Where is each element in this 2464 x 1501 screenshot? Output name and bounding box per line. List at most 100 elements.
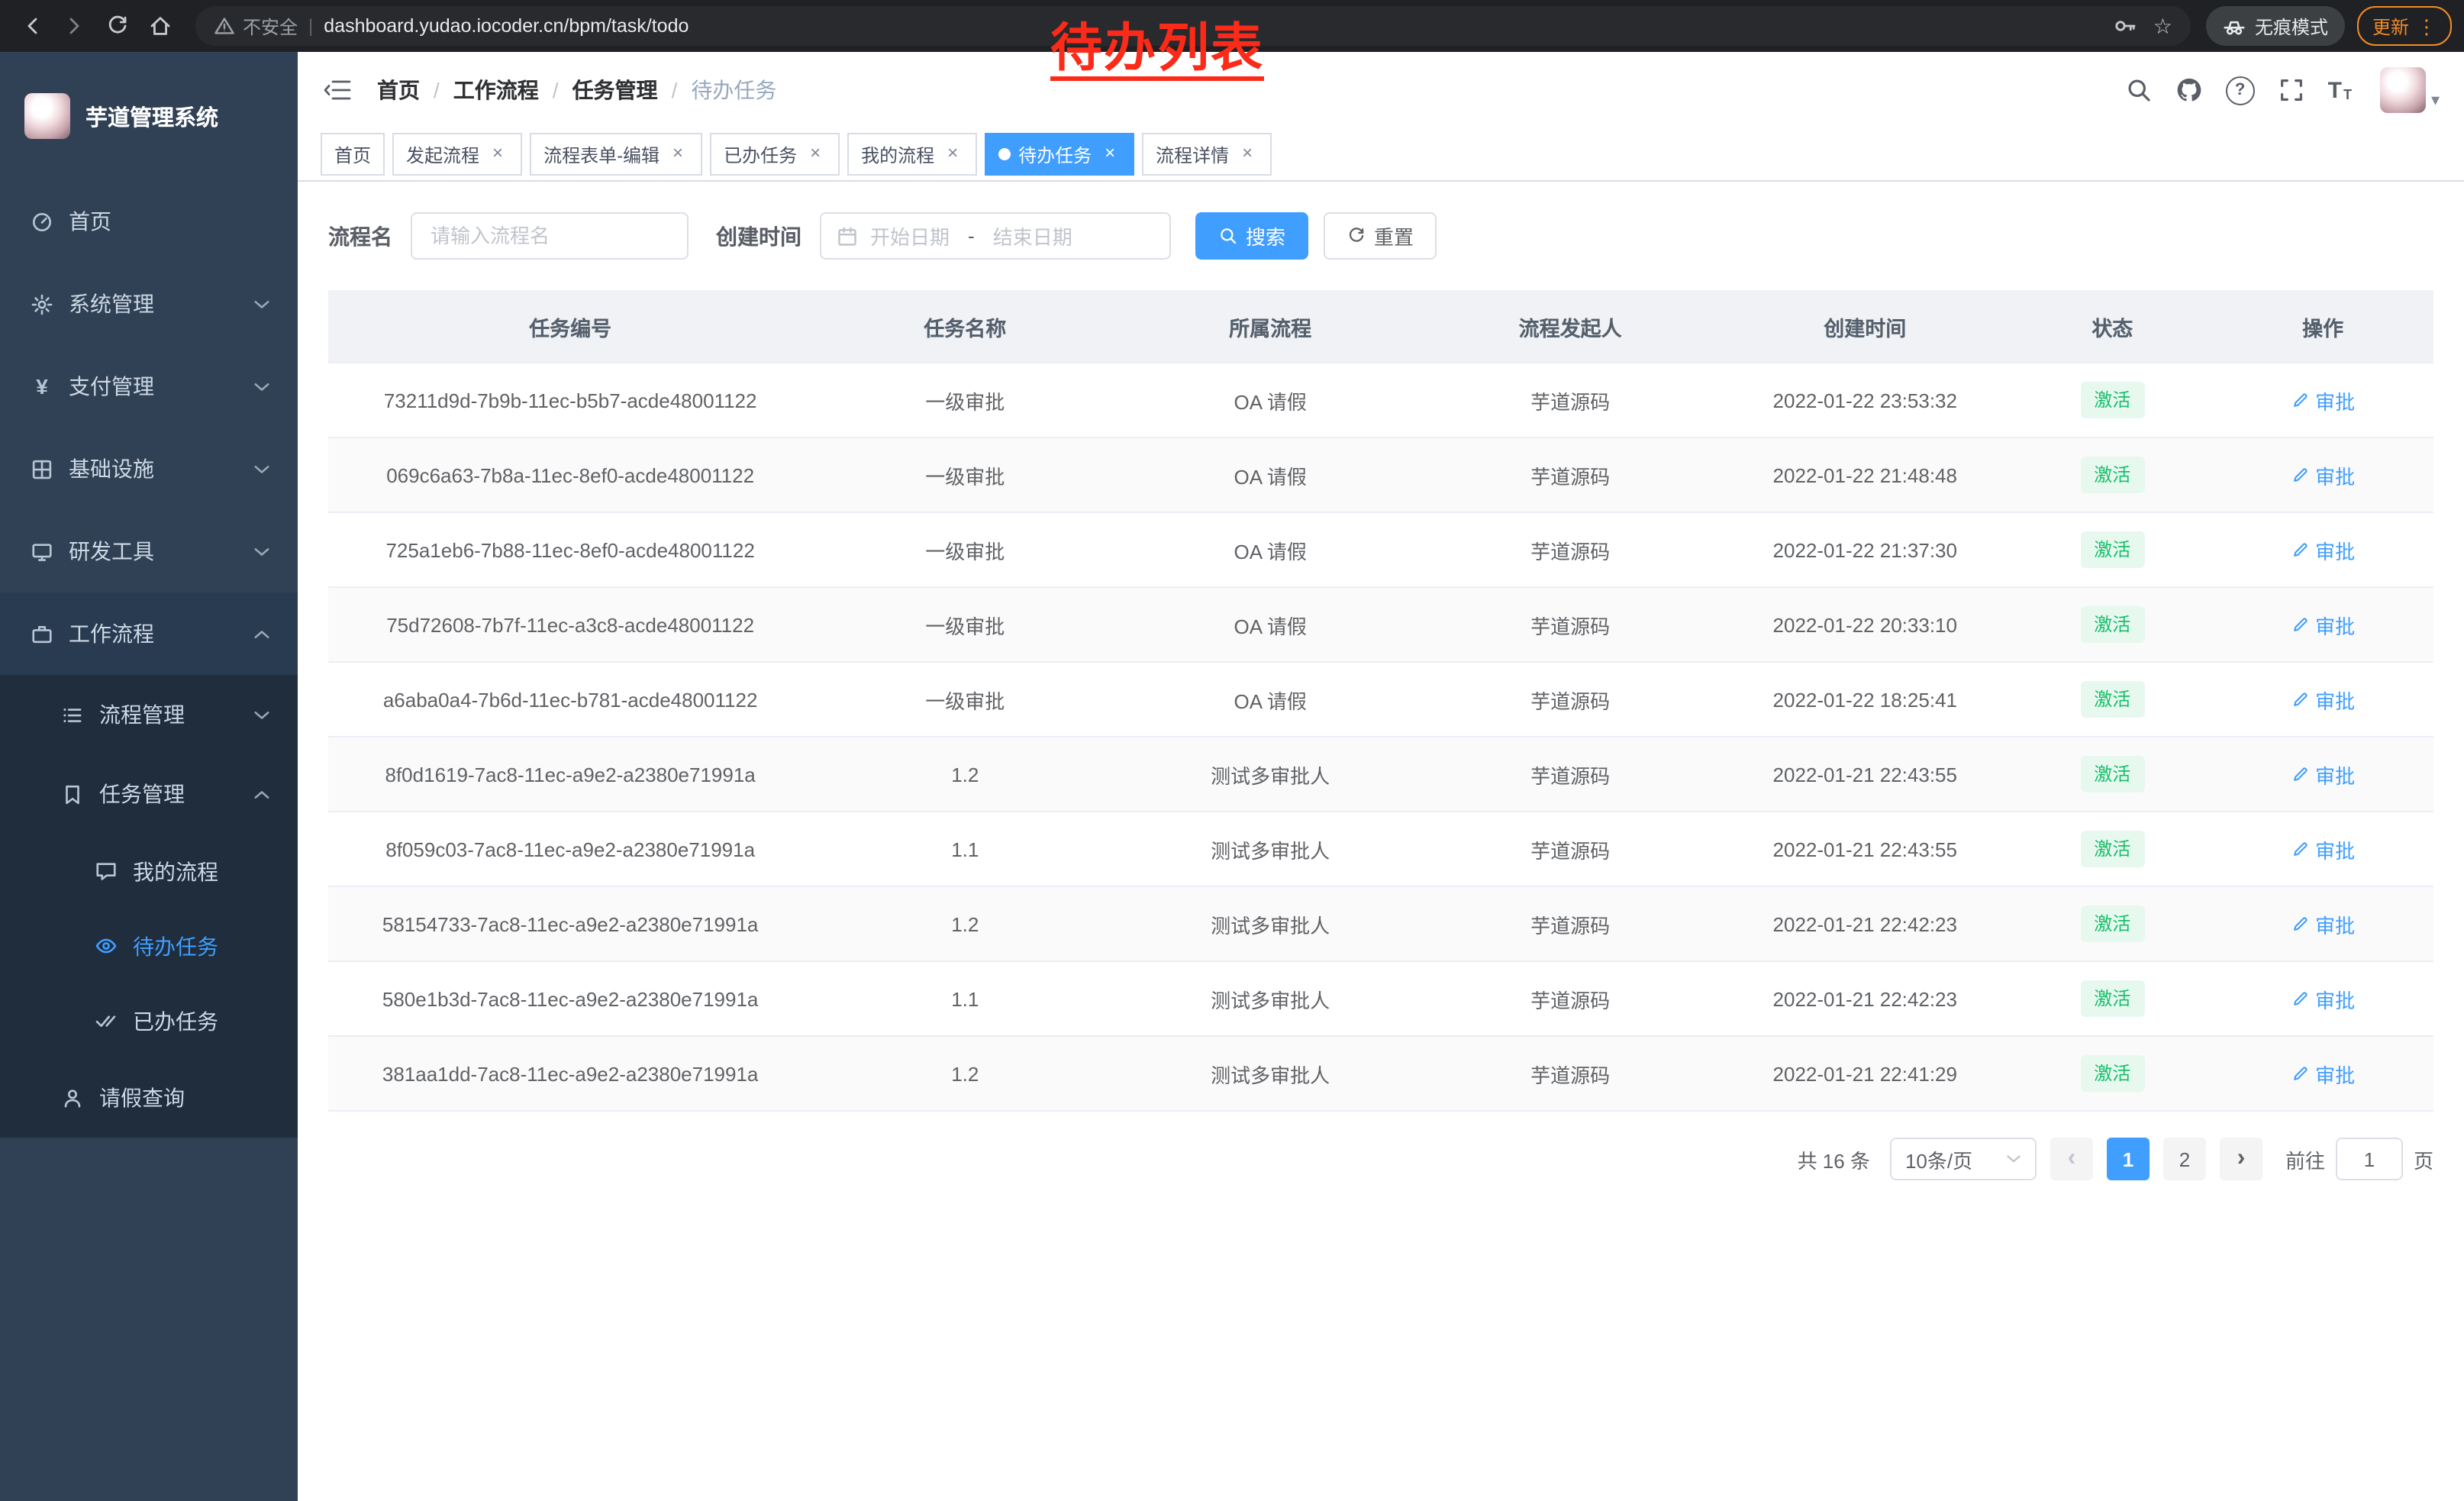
sidebar-item-payment[interactable]: ¥ 支付管理 (0, 345, 298, 428)
reload-icon (105, 14, 130, 38)
status-badge: 激活 (2080, 1055, 2144, 1092)
cell-task-id: 75d72608-7b7f-11ec-a3c8-acde48001122 (328, 613, 812, 636)
cell-process: OA 请假 (1118, 460, 1423, 489)
chevron-down-icon (253, 299, 270, 309)
update-label: 更新 (2372, 13, 2409, 39)
sidebar-item-label: 已办任务 (133, 1006, 218, 1036)
approve-link[interactable]: 审批 (2291, 1059, 2355, 1088)
sidebar-item-infrastructure[interactable]: 基础设施 (0, 428, 298, 510)
approve-link[interactable]: 审批 (2291, 535, 2355, 564)
password-key-icon[interactable] (2114, 14, 2138, 38)
search-icon[interactable] (2125, 76, 2153, 104)
browser-reload-button[interactable] (98, 6, 137, 46)
tab-start-process[interactable]: 发起流程 × (392, 133, 522, 176)
tab-home[interactable]: 首页 (321, 133, 385, 176)
approve-link[interactable]: 审批 (2291, 834, 2355, 863)
cell-initiator: 芋道源码 (1423, 834, 1717, 863)
browser-home-button[interactable] (140, 6, 180, 46)
col-header-status: 状态 (2012, 311, 2212, 341)
browser-forward-button[interactable] (55, 6, 95, 46)
close-icon[interactable]: × (942, 144, 963, 165)
sidebar-item-done-tasks[interactable]: 已办任务 (0, 983, 298, 1058)
github-icon[interactable] (2175, 76, 2203, 104)
cell-initiator: 芋道源码 (1423, 685, 1717, 714)
cell-task-id: 8f059c03-7ac8-11ec-a9e2-a2380e71991a (328, 838, 812, 860)
chevron-down-icon (253, 463, 270, 474)
page-size-select[interactable]: 10条/页 (1890, 1138, 2037, 1180)
status-badge: 激活 (2080, 980, 2144, 1017)
search-button[interactable]: 搜索 (1195, 212, 1308, 260)
tab-process-form-edit[interactable]: 流程表单-编辑 × (530, 133, 702, 176)
process-name-input[interactable] (411, 212, 689, 260)
browser-update-chip[interactable]: 更新 ⋮ (2357, 6, 2452, 46)
tab-my-process[interactable]: 我的流程 × (847, 133, 977, 176)
tab-process-detail[interactable]: 流程详情 × (1142, 133, 1272, 176)
table-row: 8f059c03-7ac8-11ec-a9e2-a2380e71991a 1.1… (328, 812, 2433, 887)
reset-button[interactable]: 重置 (1324, 212, 1437, 260)
cell-actions: 审批 (2212, 386, 2433, 415)
sidebar-item-task-management[interactable]: 任务管理 (0, 754, 298, 834)
prev-page-button[interactable]: ‹ (2050, 1138, 2093, 1180)
sidebar-item-system[interactable]: 系统管理 (0, 263, 298, 345)
close-icon[interactable]: × (487, 144, 508, 165)
sidebar-item-leave-query[interactable]: 请假查询 (0, 1058, 298, 1138)
omnibox-actions: ☆ (2114, 14, 2172, 38)
incognito-label: 无痕模式 (2255, 13, 2328, 39)
security-label: 不安全 (243, 13, 298, 39)
sidebar-item-label: 支付管理 (69, 371, 154, 402)
browser-menu-dots-icon[interactable]: ⋮ (2417, 16, 2437, 36)
avatar[interactable] (2381, 67, 2427, 113)
tab-label: 待办任务 (1018, 141, 1092, 167)
caret-down-icon: ▾ (2431, 93, 2440, 113)
breadcrumb-task-management[interactable]: 任务管理 (572, 75, 658, 105)
goto-page: 前往 页 (2285, 1138, 2433, 1180)
page-button-2[interactable]: 2 (2163, 1138, 2206, 1180)
sidebar-item-my-process[interactable]: 我的流程 (0, 834, 298, 909)
bookmark-star-icon[interactable]: ☆ (2153, 15, 2172, 37)
refresh-icon (1346, 226, 1366, 246)
approve-link[interactable]: 审批 (2291, 984, 2355, 1013)
status-badge: 激活 (2080, 606, 2144, 643)
page-button-1[interactable]: 1 (2107, 1138, 2150, 1180)
close-icon[interactable]: × (1237, 144, 1258, 165)
approve-link[interactable]: 审批 (2291, 386, 2355, 415)
security-indicator[interactable]: 不安全 (214, 13, 298, 39)
close-icon[interactable]: × (1099, 144, 1121, 165)
close-icon[interactable]: × (667, 144, 689, 165)
edit-icon (2291, 690, 2309, 709)
pagination: 共 16 条 10条/页 ‹ 1 2 › 前往 页 (298, 1112, 2464, 1180)
cell-initiator: 芋道源码 (1423, 1059, 1717, 1088)
tab-label: 我的流程 (861, 141, 934, 167)
sidebar-item-devtools[interactable]: 研发工具 (0, 510, 298, 592)
help-icon[interactable]: ? (2226, 76, 2255, 105)
approve-link[interactable]: 审批 (2291, 760, 2355, 789)
approve-link[interactable]: 审批 (2291, 610, 2355, 639)
approve-link[interactable]: 审批 (2291, 460, 2355, 489)
chevron-down-icon (253, 709, 270, 720)
next-page-button[interactable]: › (2220, 1138, 2262, 1180)
sidebar-collapse-icon[interactable] (322, 75, 353, 105)
page-unit-label: 页 (2414, 1144, 2433, 1173)
sidebar-item-home[interactable]: 首页 (0, 180, 298, 263)
approve-link[interactable]: 审批 (2291, 685, 2355, 714)
tab-todo-tasks[interactable]: 待办任务 × (985, 133, 1134, 176)
cell-initiator: 芋道源码 (1423, 535, 1717, 564)
breadcrumb-workflow[interactable]: 工作流程 (453, 75, 539, 105)
browser-back-button[interactable] (12, 6, 52, 46)
font-size-icon[interactable]: TT (2328, 79, 2352, 102)
tab-label: 首页 (334, 141, 371, 167)
sidebar-item-process-management[interactable]: 流程管理 (0, 675, 298, 754)
close-icon[interactable]: × (805, 144, 826, 165)
sidebar-item-workflow[interactable]: 工作流程 (0, 592, 298, 675)
goto-page-input[interactable] (2336, 1138, 2403, 1180)
sidebar-item-todo-tasks[interactable]: 待办任务 (0, 909, 298, 983)
cell-task-name: 1.2 (812, 763, 1118, 786)
workflow-submenu: 流程管理 任务管理 我的流程 待办任务 (0, 675, 298, 1138)
approve-link[interactable]: 审批 (2291, 909, 2355, 938)
date-range-picker[interactable]: 开始日期 - 结束日期 (820, 212, 1171, 260)
fullscreen-icon[interactable] (2278, 76, 2305, 104)
breadcrumb-home[interactable]: 首页 (377, 75, 420, 105)
tab-done-tasks[interactable]: 已办任务 × (710, 133, 840, 176)
user-menu[interactable]: ▾ (2381, 67, 2440, 113)
cell-status: 激活 (2012, 905, 2212, 942)
